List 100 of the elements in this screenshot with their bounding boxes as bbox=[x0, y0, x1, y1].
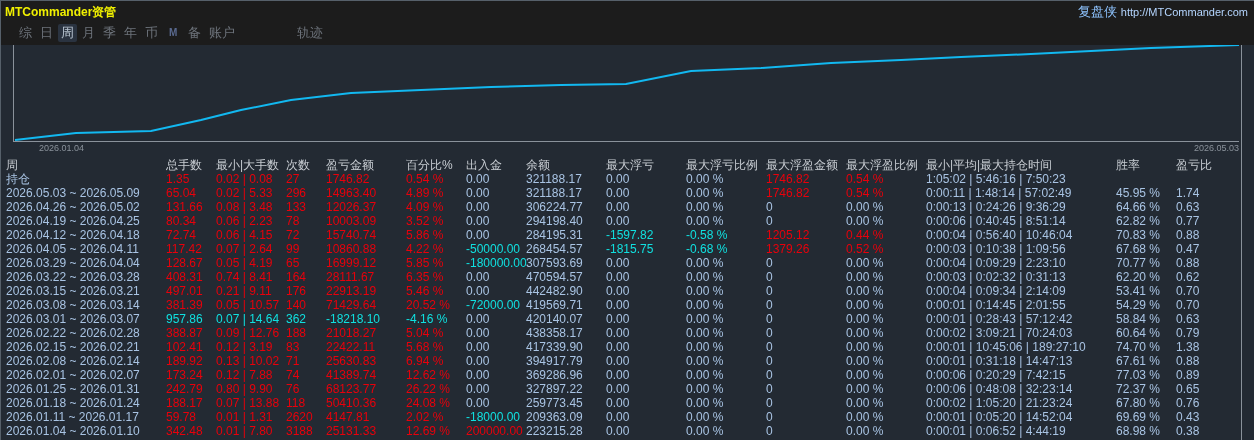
table-cell-text: 0.12 | 3.19 bbox=[216, 340, 274, 354]
table-cell-text: 173.24 bbox=[166, 368, 204, 382]
table-cell-text: 1.38 bbox=[1176, 340, 1201, 354]
column-header: 最大浮盈比例 bbox=[846, 158, 919, 172]
table-cell-text: 72.37 % bbox=[1116, 382, 1162, 396]
table-cell-text: 133 bbox=[286, 200, 308, 214]
axis-label: 2026.05.03 bbox=[1193, 143, 1239, 153]
table-cell-text: 69.69 % bbox=[1116, 410, 1162, 424]
table-cell-text: 0.00 bbox=[466, 228, 491, 242]
table-cell-text: 0 bbox=[766, 284, 774, 298]
table-cell-text: 0.00 % bbox=[846, 396, 885, 410]
table-cell-text: 64.66 % bbox=[1116, 200, 1162, 214]
table-cell-text: 72 bbox=[286, 228, 301, 242]
table-cell-text: 0.80 | 9.90 bbox=[216, 382, 274, 396]
table-cell-text: 25630.83 bbox=[326, 354, 378, 368]
table-cell-text: 14963.40 bbox=[326, 186, 378, 200]
table-cell-text: 0.00 % bbox=[686, 270, 725, 284]
table-cell-text: 0.00 bbox=[466, 382, 491, 396]
table-cell-text: 0 bbox=[766, 270, 774, 284]
column-header: 总手数 bbox=[166, 158, 203, 172]
table-cell-text: 0 bbox=[766, 214, 774, 228]
table-cell-text: 0.00 % bbox=[846, 200, 885, 214]
view-tab[interactable]: 综 bbox=[16, 24, 35, 42]
table-cell-text: 0.00 % bbox=[846, 312, 885, 326]
view-tab[interactable]: 轨迹 bbox=[294, 24, 327, 42]
table-cell-text: 2620 bbox=[286, 410, 314, 424]
table-cell-text: 0.00 bbox=[466, 186, 491, 200]
table-cell-text: 0.00 bbox=[606, 368, 631, 382]
table-cell-text: 21018.27 bbox=[326, 326, 378, 340]
table-cell-text: 0.00 % bbox=[846, 340, 885, 354]
table-cell-text: -18218.10 bbox=[326, 312, 382, 326]
table-cell-text: 369286.96 bbox=[526, 368, 584, 382]
table-cell-text: 65 bbox=[286, 256, 301, 270]
table-cell-text: 117.42 bbox=[166, 242, 203, 256]
row-label: 2026.02.22 ~ 2026.02.28 bbox=[6, 326, 141, 340]
table-cell-text: 259773.45 bbox=[526, 396, 584, 410]
table-cell-text: 58.84 % bbox=[1116, 312, 1162, 326]
table-cell-text: 0.00 % bbox=[846, 424, 885, 438]
table-cell-text: 296 bbox=[286, 186, 308, 200]
table-cell-text: -0.68 % bbox=[686, 242, 729, 256]
table-cell-text: 140 bbox=[286, 298, 308, 312]
table-cell-text: 74 bbox=[286, 368, 301, 382]
table-cell-text: 0:00:01 | 0:28:43 | 57:12:42 bbox=[926, 312, 1074, 326]
view-tab[interactable]: 周 bbox=[58, 24, 77, 42]
table-cell-text: 497.01 bbox=[166, 284, 204, 298]
table-cell-text: 74.70 % bbox=[1116, 340, 1162, 354]
table-cell-text: 0.89 bbox=[1176, 368, 1201, 382]
table-cell-text: 284195.31 bbox=[526, 228, 584, 242]
view-tab[interactable]: 月 bbox=[79, 24, 98, 42]
table-cell-text: 102.41 bbox=[166, 340, 204, 354]
table-cell-text: 0 bbox=[766, 410, 774, 424]
table-cell-text: 71429.64 bbox=[326, 298, 378, 312]
column-header: 最大浮亏 bbox=[606, 158, 655, 172]
table-cell-text: 327897.22 bbox=[526, 382, 584, 396]
table-cell-text: 0.63 bbox=[1176, 312, 1201, 326]
table-cell-text: 131.66 bbox=[166, 200, 204, 214]
table-cell-text: 0.00 % bbox=[686, 382, 725, 396]
table-cell-text: 0:00:06 | 0:40:45 | 8:51:14 bbox=[926, 214, 1067, 228]
table-cell-text: 4147.81 bbox=[326, 410, 371, 424]
column-header: 余额 bbox=[526, 158, 551, 172]
row-label: 2026.04.26 ~ 2026.05.02 bbox=[6, 200, 141, 214]
website-link[interactable]: http://MTCommander.com bbox=[1120, 6, 1248, 18]
view-tab[interactable]: 年 bbox=[121, 24, 140, 42]
table-cell-text: 60.64 % bbox=[1116, 326, 1162, 340]
table-cell-text: 0.00 bbox=[466, 340, 491, 354]
table-cell-text: 6.94 % bbox=[406, 354, 445, 368]
table-cell-text: 381.39 bbox=[166, 298, 204, 312]
table-cell-text: 0.00 bbox=[606, 298, 631, 312]
view-tab[interactable]: 账户 bbox=[206, 24, 239, 42]
view-tab[interactable]: 日 bbox=[37, 24, 56, 42]
table-cell-text: 12.69 % bbox=[406, 424, 452, 438]
table-cell-text: 0.00 % bbox=[846, 270, 885, 284]
table-cell-text: 0.62 bbox=[1176, 270, 1201, 284]
table-cell-text: 0.00 bbox=[606, 214, 631, 228]
row-label: 2026.02.15 ~ 2026.02.21 bbox=[6, 340, 141, 354]
table-cell-text: 67.61 % bbox=[1116, 354, 1162, 368]
table-cell-text: 0 bbox=[766, 340, 774, 354]
row-label: 2026.03.22 ~ 2026.03.28 bbox=[6, 270, 141, 284]
row-label: 2026.03.08 ~ 2026.03.14 bbox=[6, 298, 141, 312]
table-cell-text: 189.92 bbox=[166, 354, 204, 368]
table-cell-text: 242.79 bbox=[166, 382, 204, 396]
view-tab[interactable]: M bbox=[163, 24, 184, 42]
table-cell-text: 0.00 % bbox=[846, 284, 885, 298]
table-cell-text: 442482.90 bbox=[526, 284, 584, 298]
view-tab[interactable]: 备 bbox=[185, 24, 205, 42]
row-label: 2026.05.03 ~ 2026.05.09 bbox=[6, 186, 141, 200]
table-cell-text: 0.00 % bbox=[686, 326, 725, 340]
table-cell-text: 0:00:01 | 0:05:20 | 14:52:04 bbox=[926, 410, 1074, 424]
table-cell-text: 16999.12 bbox=[326, 256, 378, 270]
table-cell-text: -50000.00 bbox=[466, 242, 522, 256]
table-cell-text: 188.17 bbox=[166, 396, 204, 410]
table-cell-text: 0:00:02 | 1:05:20 | 21:23:24 bbox=[926, 396, 1074, 410]
table-cell-text: -4.16 % bbox=[406, 312, 449, 326]
view-tab[interactable]: 季 bbox=[100, 24, 119, 42]
table-cell-text: 321188.17 bbox=[526, 172, 583, 186]
table-cell-text: 0.21 | 9.11 bbox=[216, 284, 273, 298]
view-tab[interactable]: 币 bbox=[142, 24, 161, 42]
table-cell-text: 0.00 bbox=[606, 186, 631, 200]
column-header: 最小|平均|最大持仓时间 bbox=[926, 158, 1054, 172]
table-cell-text: 0.00 bbox=[606, 284, 631, 298]
